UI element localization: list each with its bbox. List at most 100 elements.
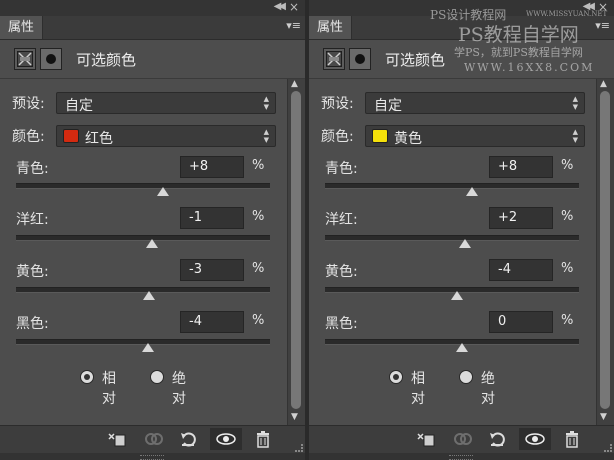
watermark-url-small: WWW.MISSYUAN.NET	[526, 10, 608, 18]
relative-radio[interactable]	[80, 370, 94, 384]
resize-handle[interactable]	[449, 455, 473, 460]
yellow-value-input[interactable]: -4	[489, 259, 553, 281]
absolute-radio[interactable]	[459, 370, 473, 384]
color-label: 颜色:	[321, 129, 354, 145]
panel-tab-bar: 属性 ▾≡	[0, 16, 305, 40]
black-slider-track[interactable]	[325, 339, 579, 345]
close-icon[interactable]: ×	[289, 0, 299, 14]
adjustment-title: 可选颜色	[76, 51, 137, 69]
select-arrows-icon: ▲ ▼	[263, 128, 269, 144]
layer-mask-icon[interactable]	[40, 48, 62, 70]
panel-menu-icon[interactable]: ▾≡	[286, 19, 301, 32]
preset-label: 预设:	[321, 96, 354, 112]
visibility-eye-icon[interactable]	[519, 428, 551, 450]
absolute-radio[interactable]	[150, 370, 164, 384]
cyan-value-input[interactable]: +8	[180, 156, 244, 178]
color-swatch	[63, 129, 79, 143]
panel-bottom-strip	[309, 453, 614, 460]
adjustment-layer-icon	[323, 48, 345, 70]
relative-radio[interactable]	[389, 370, 403, 384]
panel-content: 预设: 自定 ▲ ▼ 颜色: 黄色 ▲ ▼ 青色: +8 % 洋红: +2 % 黄色…	[309, 79, 593, 424]
magenta-slider-track[interactable]	[16, 235, 270, 241]
absolute-label[interactable]: 绝对	[172, 368, 186, 408]
colors-select[interactable]: 黄色 ▲ ▼	[365, 125, 585, 147]
colors-select[interactable]: 红色 ▲ ▼	[56, 125, 276, 147]
magenta-percent: %	[561, 209, 574, 224]
black-value-input[interactable]: -4	[180, 311, 244, 333]
cyan-value-input[interactable]: +8	[489, 156, 553, 178]
magenta-value-input[interactable]: +2	[489, 207, 553, 229]
watermark-line3: 学PS，就到PS教程自学网	[454, 46, 583, 59]
colors-value: 黄色	[394, 131, 422, 147]
select-arrows-icon: ▲ ▼	[572, 128, 578, 144]
magenta-value-input[interactable]: -1	[180, 207, 244, 229]
panel-bottom-strip	[0, 453, 305, 460]
properties-panel-red: ◀◀ × 属性 ▾≡ 可选颜色 预设: 自定 ▲ ▼ 颜色: 红色 ▲ ▼ 青色: …	[0, 0, 305, 460]
cyan-slider-track[interactable]	[325, 183, 579, 189]
preset-select[interactable]: 自定 ▲ ▼	[56, 92, 276, 114]
adjustment-header: 可选颜色	[0, 40, 305, 79]
panel-content: 预设: 自定 ▲ ▼ 颜色: 红色 ▲ ▼ 青色: +8 % 洋红: -1 % 黄色…	[0, 79, 284, 424]
scroll-thumb[interactable]	[600, 91, 610, 409]
resize-gripper[interactable]	[604, 444, 612, 452]
black-slider-thumb[interactable]	[141, 343, 154, 352]
resize-handle[interactable]	[140, 455, 164, 460]
yellow-percent: %	[252, 261, 265, 276]
collapse-icon[interactable]: ◀◀	[274, 1, 287, 12]
cyan-label: 青色:	[325, 161, 358, 177]
cyan-slider-thumb[interactable]	[466, 187, 479, 196]
cyan-percent: %	[561, 158, 574, 173]
select-arrows-icon: ▲ ▼	[263, 95, 269, 111]
cyan-slider-thumb[interactable]	[157, 187, 170, 196]
magenta-slider-track[interactable]	[325, 235, 579, 241]
tab-properties[interactable]: 属性	[309, 16, 352, 39]
yellow-slider-thumb[interactable]	[143, 291, 156, 300]
black-percent: %	[252, 313, 265, 328]
visibility-eye-icon[interactable]	[210, 428, 242, 450]
tab-properties[interactable]: 属性	[0, 16, 43, 39]
scroll-down-icon[interactable]: ▼	[291, 412, 298, 422]
view-previous-state-icon[interactable]	[140, 428, 166, 450]
relative-label[interactable]: 相对	[102, 368, 116, 408]
clip-to-layer-icon[interactable]	[104, 428, 130, 450]
relative-label[interactable]: 相对	[411, 368, 425, 408]
scroll-thumb[interactable]	[291, 91, 301, 409]
scroll-down-icon[interactable]: ▼	[600, 412, 607, 422]
panel-top-strip: ◀◀ ×	[0, 0, 305, 16]
black-label: 黑色:	[16, 316, 49, 332]
resize-gripper[interactable]	[295, 444, 303, 452]
black-value-input[interactable]: 0	[489, 311, 553, 333]
scroll-up-icon[interactable]: ▲	[291, 79, 298, 89]
vertical-scrollbar[interactable]: ▲ ▼	[596, 79, 614, 425]
magenta-slider-thumb[interactable]	[458, 239, 471, 248]
color-swatch	[372, 129, 388, 143]
reset-icon[interactable]	[485, 428, 511, 450]
cyan-slider-track[interactable]	[16, 183, 270, 189]
magenta-label: 洋红:	[325, 212, 358, 228]
preset-select[interactable]: 自定 ▲ ▼	[365, 92, 585, 114]
delete-trash-icon[interactable]	[250, 428, 276, 450]
yellow-slider-thumb[interactable]	[450, 291, 463, 300]
yellow-value-input[interactable]: -3	[180, 259, 244, 281]
panel-menu-icon[interactable]: ▾≡	[595, 19, 610, 32]
cyan-percent: %	[252, 158, 265, 173]
layer-mask-icon[interactable]	[349, 48, 371, 70]
adjustment-layer-icon	[14, 48, 36, 70]
panel-footer	[0, 425, 305, 454]
cyan-label: 青色:	[16, 161, 49, 177]
magenta-slider-thumb[interactable]	[145, 239, 158, 248]
absolute-label[interactable]: 绝对	[481, 368, 495, 408]
scroll-up-icon[interactable]: ▲	[600, 79, 607, 89]
yellow-label: 黄色:	[16, 264, 49, 280]
panel-footer	[309, 425, 614, 454]
clip-to-layer-icon[interactable]	[413, 428, 439, 450]
yellow-label: 黄色:	[325, 264, 358, 280]
adjustment-title: 可选颜色	[385, 51, 446, 69]
black-label: 黑色:	[325, 316, 358, 332]
black-slider-thumb[interactable]	[456, 343, 468, 352]
color-label: 颜色:	[12, 129, 45, 145]
view-previous-state-icon[interactable]	[449, 428, 475, 450]
delete-trash-icon[interactable]	[559, 428, 585, 450]
reset-icon[interactable]	[176, 428, 202, 450]
vertical-scrollbar[interactable]: ▲ ▼	[287, 79, 305, 425]
